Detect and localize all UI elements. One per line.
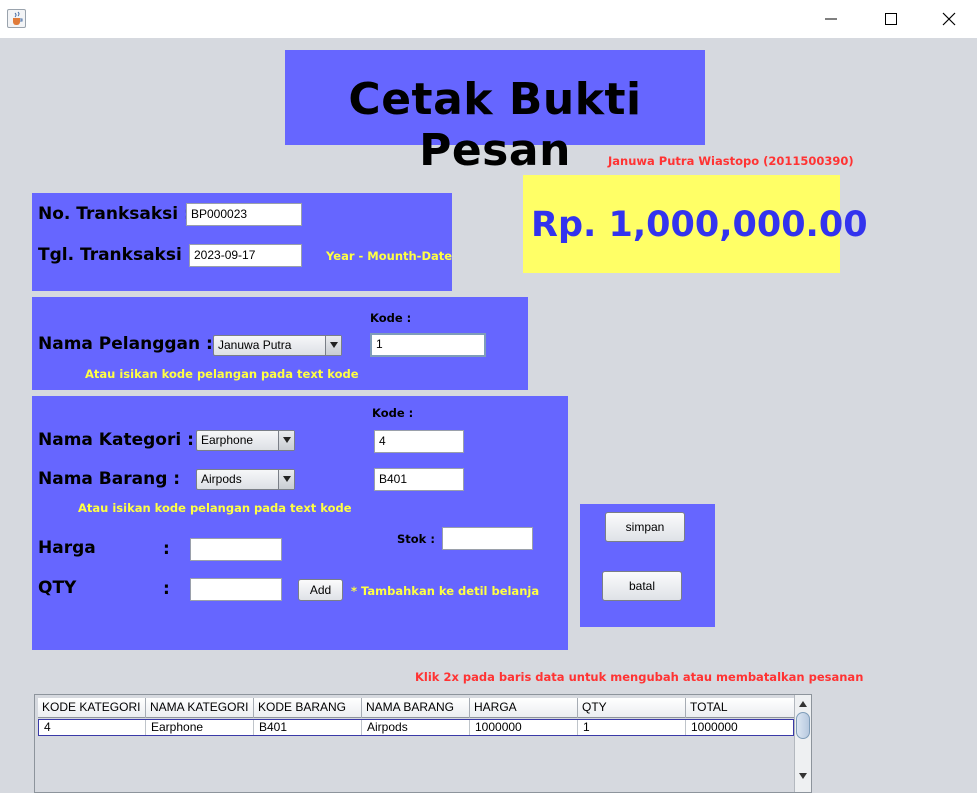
table-cell: 1000000 (691, 720, 738, 734)
barang-kode-field[interactable]: B401 (374, 468, 464, 491)
close-icon (942, 12, 956, 26)
barang-panel: Kode : Nama Kategori : Earphone 4 Nama B… (32, 396, 568, 650)
column-header[interactable]: NAMA KATEGORI (146, 698, 254, 718)
add-hint: * Tambahkan ke detil belanja (351, 584, 540, 598)
table-cell: 1 (578, 720, 686, 735)
chevron-down-icon[interactable] (325, 336, 341, 355)
no-transaksi-field[interactable]: BP000023 (186, 203, 302, 226)
minimize-icon (825, 18, 837, 20)
table-cell: Airpods (362, 720, 470, 735)
transaksi-panel: No. Tranksaksi : BP000023 Tgl. Tranksaks… (32, 193, 452, 291)
barang-hint: Atau isikan kode pelangan pada text kode (78, 501, 352, 515)
nama-barang-label: Nama Barang : (38, 469, 181, 489)
kategori-kode-field[interactable]: 4 (374, 430, 464, 453)
harga-label: Harga (38, 538, 96, 558)
barang-selected: Airpods (201, 472, 242, 486)
pelanggan-kode-label: Kode : (370, 311, 412, 325)
qty-colon: : (163, 579, 170, 599)
detail-table[interactable]: KODE KATEGORI NAMA KATEGORI KODE BARANG … (34, 694, 812, 793)
chevron-down-icon[interactable] (278, 470, 294, 489)
maximize-button[interactable] (863, 0, 919, 38)
kategori-selected: Earphone (201, 433, 254, 447)
column-header[interactable]: HARGA (470, 698, 578, 718)
table-scrollbar[interactable] (794, 695, 811, 792)
column-header[interactable]: TOTAL (686, 698, 794, 718)
add-button[interactable]: Add (298, 579, 343, 601)
qty-field[interactable] (190, 578, 282, 601)
table-header: KODE KATEGORI NAMA KATEGORI KODE BARANG … (38, 698, 794, 718)
scroll-down-icon[interactable] (796, 768, 810, 782)
pelanggan-kode-field[interactable]: 1 (370, 333, 486, 357)
nama-kategori-label: Nama Kategori : (38, 430, 194, 450)
window-titlebar (0, 0, 977, 38)
kategori-select[interactable]: Earphone (196, 430, 295, 451)
harga-colon: : (163, 539, 170, 559)
pelanggan-selected: Januwa Putra (218, 338, 292, 352)
harga-field[interactable] (190, 538, 282, 561)
barang-select[interactable]: Airpods (196, 469, 295, 490)
pelanggan-select[interactable]: Januwa Putra (213, 335, 342, 356)
table-cell: Earphone (146, 720, 254, 735)
table-cell: 4 (39, 720, 146, 735)
no-transaksi-label: No. Tranksaksi : (38, 204, 191, 224)
scroll-up-icon[interactable] (796, 696, 810, 710)
table-row[interactable]: 4 Earphone B401 Airpods 1000000 1 100000… (38, 719, 794, 736)
table-cell: 1000000 (470, 720, 578, 735)
scroll-thumb[interactable] (796, 712, 810, 739)
chevron-down-icon[interactable] (278, 431, 294, 450)
stok-field[interactable] (442, 527, 533, 550)
maximize-icon (885, 13, 897, 25)
barang-kode-label: Kode : (372, 406, 414, 420)
total-panel: Rp. 1,000,000.00 (523, 175, 868, 273)
pelanggan-panel: Kode : Nama Pelanggan : Januwa Putra 1 A… (32, 297, 528, 390)
close-button[interactable] (921, 0, 977, 38)
minimize-button[interactable] (803, 0, 859, 38)
tgl-transaksi-label: Tgl. Tranksaksi : (38, 245, 195, 265)
title-panel: Cetak Bukti Pesan (285, 50, 705, 176)
total-amount: Rp. 1,000,000.00 (531, 205, 868, 245)
tgl-transaksi-field[interactable]: 2023-09-17 (189, 244, 302, 267)
table-note: Klik 2x pada baris data untuk mengubah a… (415, 670, 864, 684)
pelanggan-hint: Atau isikan kode pelangan pada text kode (85, 367, 359, 381)
column-header[interactable]: QTY (578, 698, 686, 718)
column-header[interactable]: KODE BARANG (254, 698, 362, 718)
column-header[interactable]: KODE KATEGORI (38, 698, 146, 718)
java-cup-icon (7, 9, 26, 28)
author-label: Januwa Putra Wiastopo (2011500390) (608, 154, 854, 168)
nama-pelanggan-label: Nama Pelanggan : (38, 334, 213, 354)
qty-label: QTY (38, 578, 77, 598)
column-header[interactable]: NAMA BARANG (362, 698, 470, 718)
table-cell: B401 (254, 720, 362, 735)
actions-panel: simpan batal (580, 504, 715, 627)
batal-button[interactable]: batal (602, 571, 682, 601)
date-format-hint: Year - Mounth-Date (326, 249, 453, 263)
simpan-button[interactable]: simpan (605, 512, 685, 542)
stok-label: Stok : (397, 532, 435, 546)
